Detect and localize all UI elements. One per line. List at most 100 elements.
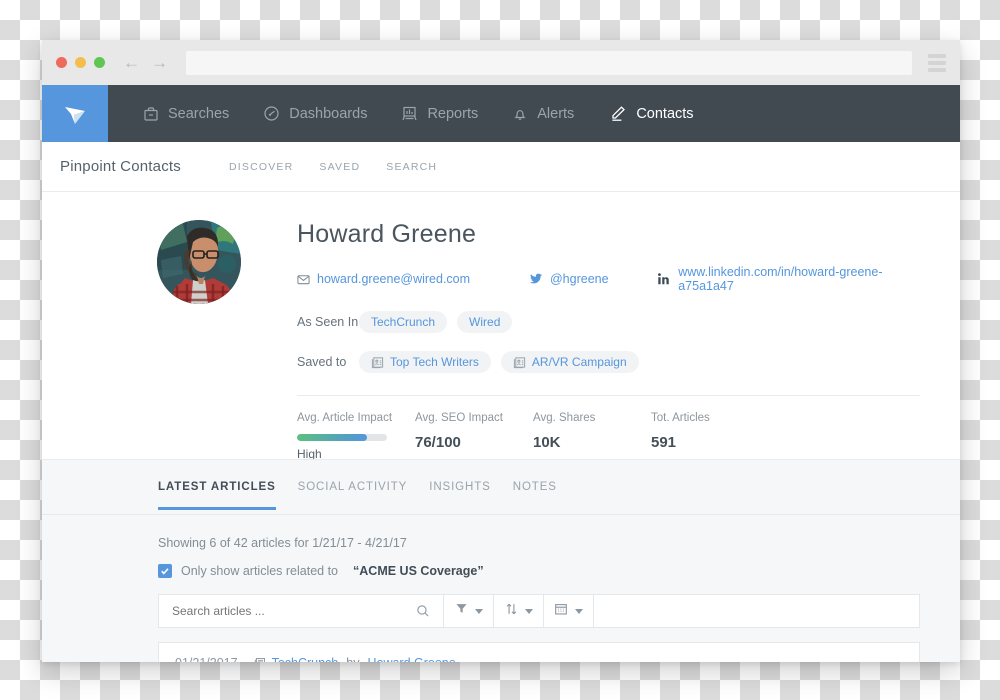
sub-tab-saved[interactable]: SAVED	[319, 161, 360, 173]
chevron-down-icon	[575, 609, 583, 614]
tab-notes[interactable]: NOTES	[513, 481, 557, 509]
back-button[interactable]: ←	[123, 54, 140, 71]
nav-item-reports[interactable]: Reports	[384, 85, 495, 142]
linkedin-link[interactable]: www.linkedin.com/in/howard-greene-a75a1a…	[657, 265, 920, 293]
chevron-down-icon	[525, 609, 533, 614]
close-window-button[interactable]	[56, 57, 67, 68]
metric-label: Avg. SEO Impact	[415, 412, 533, 424]
metric-value: 591	[651, 434, 769, 451]
article-source-label: TechCrunch	[272, 656, 339, 662]
email-value: howard.greene@wired.com	[317, 272, 470, 286]
app-logo[interactable]	[42, 85, 108, 142]
calendar-icon	[554, 602, 568, 621]
menu-bar-3	[928, 68, 946, 72]
list-card-icon	[513, 356, 526, 369]
nav-label-searches: Searches	[168, 106, 229, 122]
contact-profile: Howard Greene howard.greene@wired.com	[42, 192, 960, 459]
sub-tab-search[interactable]: SEARCH	[386, 161, 437, 173]
menu-bar-2	[928, 61, 946, 65]
nav-label-alerts: Alerts	[537, 106, 574, 122]
article-date: 01/21/2017	[175, 656, 238, 662]
related-filter-checkbox[interactable]	[158, 564, 172, 578]
impact-progress-bar	[297, 434, 387, 441]
saved-to-row: Saved to Top Tech Writ	[297, 351, 920, 373]
tag-techcrunch[interactable]: TechCrunch	[359, 311, 447, 333]
nav-item-alerts[interactable]: Alerts	[495, 85, 591, 142]
page-title: Pinpoint Contacts	[60, 158, 181, 175]
twitter-link[interactable]: @hgreene	[529, 272, 609, 286]
date-button[interactable]	[544, 595, 594, 627]
tab-latest-articles[interactable]: LATEST ARTICLES	[158, 481, 276, 509]
metric-value: 76/100	[415, 434, 533, 451]
profile-divider	[297, 395, 920, 396]
browser-chrome: ← →	[42, 40, 960, 85]
forward-button[interactable]: →	[151, 54, 168, 71]
nav-item-dashboards[interactable]: Dashboards	[246, 85, 384, 142]
chevron-down-icon	[475, 609, 483, 614]
browser-nav-arrows: ← →	[123, 54, 168, 71]
profile-info: Howard Greene howard.greene@wired.com	[297, 220, 960, 373]
nav-label-contacts: Contacts	[636, 106, 693, 122]
minimize-window-button[interactable]	[75, 57, 86, 68]
metric-avg-seo-impact: Avg. SEO Impact 76/100	[415, 412, 533, 461]
tab-social-activity[interactable]: SOCIAL ACTIVITY	[298, 481, 408, 509]
metric-avg-shares: Avg. Shares 10K	[533, 412, 651, 461]
sort-icon	[505, 602, 518, 621]
browser-window: ← →	[42, 40, 960, 662]
articles-panel: LATEST ARTICLES SOCIAL ACTIVITY INSIGHTS…	[42, 459, 960, 662]
news-icon	[254, 657, 266, 662]
search-icon[interactable]	[416, 604, 430, 618]
tag-label: Wired	[469, 315, 500, 329]
bell-icon	[512, 106, 528, 122]
twitter-icon	[529, 272, 543, 286]
nav-item-contacts[interactable]: Contacts	[591, 85, 710, 142]
linkedin-icon	[657, 272, 671, 286]
tag-wired[interactable]: Wired	[457, 311, 512, 333]
sub-header: Pinpoint Contacts DISCOVER SAVED SEARCH	[42, 142, 960, 192]
window-controls	[56, 57, 105, 68]
search-articles-box[interactable]	[159, 595, 444, 627]
briefcase-icon	[143, 106, 159, 122]
avatar	[157, 220, 241, 304]
search-input[interactable]	[172, 604, 416, 618]
tag-top-tech-writers[interactable]: Top Tech Writers	[359, 351, 491, 373]
metric-avg-article-impact: Avg. Article Impact High	[297, 412, 415, 461]
impact-progress-fill	[297, 434, 367, 441]
maximize-window-button[interactable]	[94, 57, 105, 68]
pencil-icon	[608, 104, 627, 123]
contact-name: Howard Greene	[297, 220, 920, 249]
related-filter-label: Only show articles related to	[181, 564, 338, 578]
main-navigation: Searches Dashboards	[42, 85, 960, 142]
tag-arvr-campaign[interactable]: AR/VR Campaign	[501, 351, 639, 373]
list-card-icon	[371, 356, 384, 369]
table-row[interactable]: 01/21/2017 TechCrunch by Howard Greene	[158, 642, 920, 662]
content-tabs: LATEST ARTICLES SOCIAL ACTIVITY INSIGHTS…	[42, 460, 960, 515]
metrics-row: Avg. Article Impact High Avg. SEO Impact…	[42, 412, 960, 461]
saved-to-label: Saved to	[297, 355, 359, 369]
article-author[interactable]: Howard Greene	[367, 656, 455, 662]
sub-header-tabs: DISCOVER SAVED SEARCH	[229, 161, 437, 173]
sort-button[interactable]	[494, 595, 544, 627]
showing-count-text: Showing 6 of 42 articles for 1/21/17 - 4…	[42, 536, 960, 550]
email-link[interactable]: howard.greene@wired.com	[297, 272, 470, 286]
nav-label-reports: Reports	[427, 106, 478, 122]
easel-chart-icon	[401, 105, 418, 122]
funnel-icon	[455, 602, 468, 620]
saved-to-tags: Top Tech Writers AR/	[359, 351, 639, 373]
filter-button[interactable]	[444, 595, 494, 627]
pinpoint-logo-icon	[60, 99, 90, 129]
as-seen-in-label: As Seen In	[297, 315, 359, 329]
metric-label: Tot. Articles	[651, 412, 769, 424]
metric-tot-articles: Tot. Articles 591	[651, 412, 769, 461]
article-source[interactable]: TechCrunch	[254, 656, 339, 662]
address-bar[interactable]	[186, 51, 912, 75]
tab-insights[interactable]: INSIGHTS	[429, 481, 491, 509]
sub-tab-discover[interactable]: DISCOVER	[229, 161, 293, 173]
as-seen-in-row: As Seen In TechCrunch Wired	[297, 311, 920, 333]
article-by-label: by	[346, 656, 359, 662]
nav-item-searches[interactable]: Searches	[126, 85, 246, 142]
envelope-icon	[297, 273, 310, 286]
toolbar-spacer	[594, 595, 919, 627]
contact-photo-illustration	[157, 220, 241, 304]
browser-menu-icon[interactable]	[928, 54, 946, 72]
